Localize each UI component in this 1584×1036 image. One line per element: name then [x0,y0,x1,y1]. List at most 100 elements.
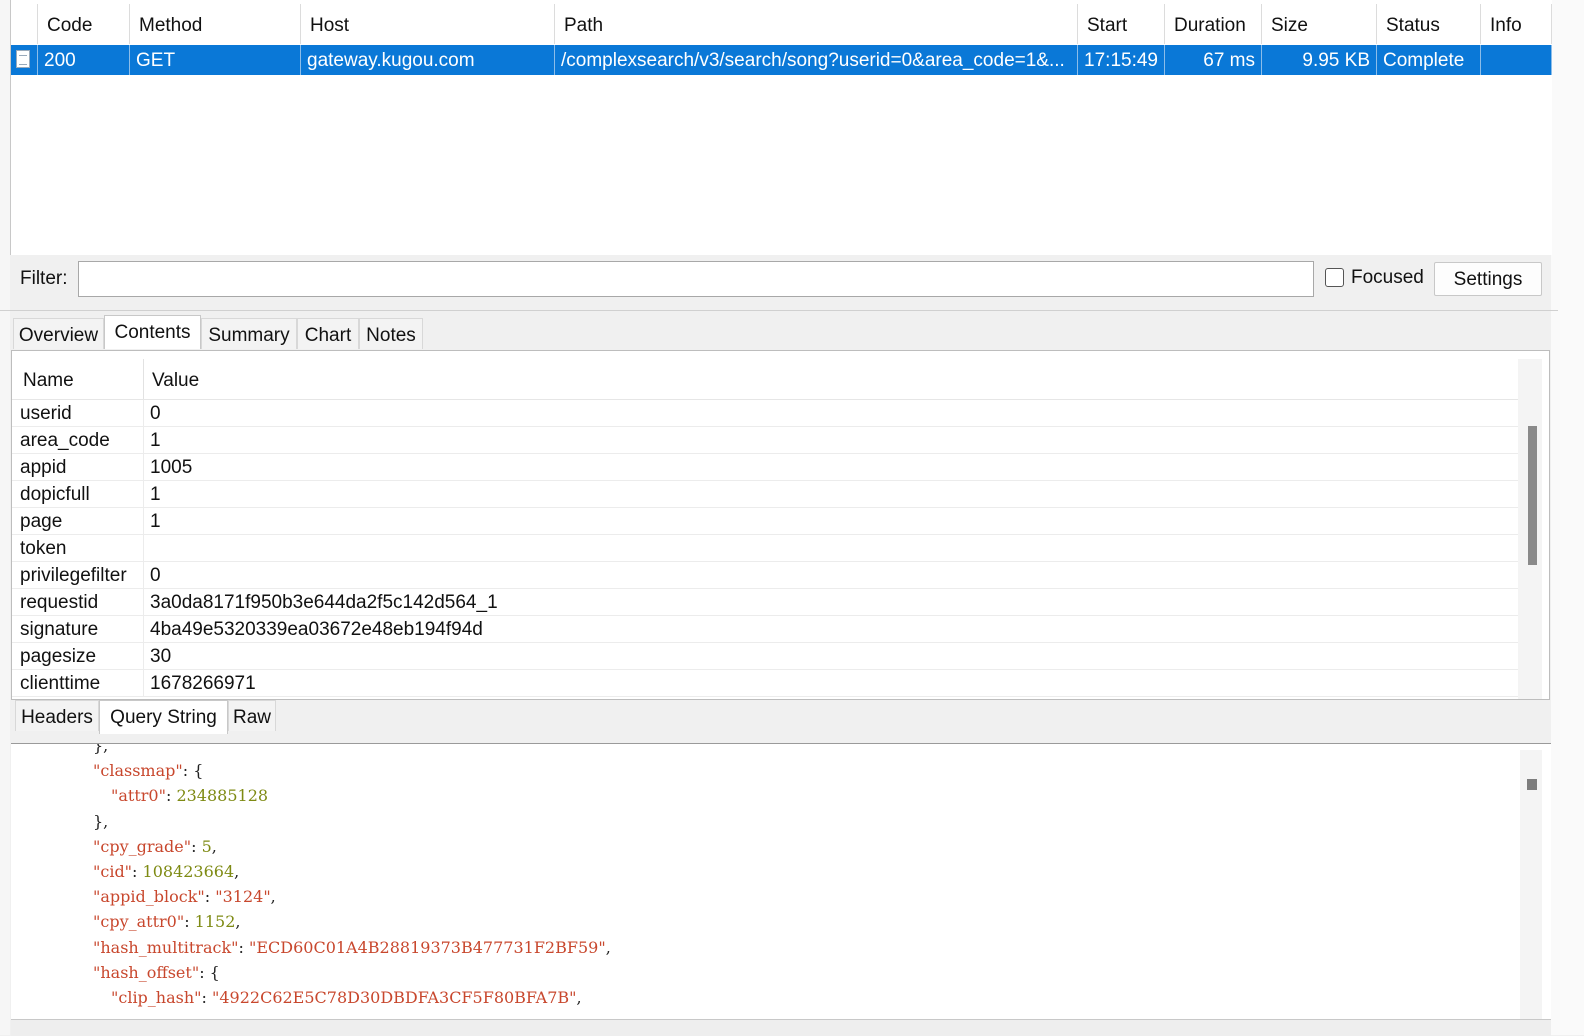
param-value: 4ba49e5320339ea03672e48eb194f94d [150,619,483,640]
query-string-grid: Name Value userid 0 area_code 1 appid 1005 dop… [11,350,1550,700]
json-sep: : [238,937,249,957]
scrollbar-thumb[interactable] [1527,779,1537,790]
table-row[interactable]: token [12,535,1518,562]
json-line: "attr0": 234885128 [111,786,268,806]
param-name: page [20,511,63,532]
json-sep: : { [199,962,220,982]
json-value: 108423664 [142,862,235,881]
json-prefix: }, [93,811,109,831]
tab-overview[interactable]: Overview [13,318,104,349]
json-sep: : [132,862,143,881]
column-header-size[interactable]: Size [1262,4,1377,44]
param-value: 0 [150,403,161,424]
code-cell: 200 [38,45,130,75]
json-sep: : { [182,761,204,781]
json-sep: : [204,887,216,907]
json-key: "classmap" [93,761,183,781]
param-name: privilegefilter [20,565,127,586]
param-value: 1 [150,430,161,451]
tab-raw[interactable]: Raw [228,700,276,731]
json-sep: : [201,988,212,1007]
param-value: 3a0da8171f950b3e644da2f5c142d564_1 [150,592,498,613]
json-value: "4922C62E5C78D30DBDFA3CF5F80BFA7B" [212,988,577,1007]
param-value: 1005 [150,457,193,478]
column-header-path[interactable]: Path [555,4,1078,44]
json-scrollbar[interactable] [1520,750,1542,1020]
param-value: 30 [150,646,172,667]
json-sep: : [184,912,195,932]
column-header-duration[interactable]: Duration [1165,4,1262,44]
column-header-name[interactable]: Name [23,359,74,399]
json-line: "cpy_grade": 5, [93,837,217,857]
tab-notes[interactable]: Notes [359,318,423,349]
json-key: "cpy_grade" [93,836,192,856]
json-suffix: , [576,988,582,1007]
table-row[interactable]: appid 1005 [12,454,1518,481]
param-name: pagesize [20,646,97,667]
document-icon [16,50,30,68]
table-row[interactable]: area_code 1 [12,427,1518,454]
json-suffix: , [605,937,611,957]
size-cell: 9.95 KB [1262,45,1377,75]
request-list: Code Method Host Path Start Duration Siz… [10,0,1552,255]
json-line: "clip_hash": "4922C62E5C78D30DBDFA3CF5F8… [111,988,582,1008]
json-key: "cid" [93,862,133,881]
table-row[interactable]: privilegefilter 0 [12,562,1518,589]
scrollbar-thumb[interactable] [1528,426,1537,565]
table-row[interactable]: clienttime 1678266971 [12,670,1518,697]
param-name: token [20,538,67,559]
column-header-host[interactable]: Host [301,4,555,44]
json-line: "hash_multitrack": "ECD60C01A4B28819373B… [93,938,611,958]
json-line: "cpy_attr0": 1152, [93,912,240,932]
json-key: "appid_block" [93,887,205,907]
column-header-status[interactable]: Status [1377,4,1481,44]
json-key: "hash_offset" [93,962,200,982]
tab-contents[interactable]: Contents [104,315,201,349]
tab-summary[interactable]: Summary [201,318,297,349]
table-row[interactable]: requestid 3a0da8171f950b3e644da2f5c142d56… [12,589,1518,616]
column-header-value[interactable]: Value [152,359,199,399]
param-name: dopicfull [20,484,90,505]
json-value: 234885128 [176,786,269,806]
json-line: "classmap": { [93,761,203,781]
table-row[interactable]: page 1 [12,508,1518,535]
table-row[interactable]: signature 4ba49e5320339ea03672e48eb194f94… [12,616,1518,643]
tab-chart[interactable]: Chart [297,318,359,349]
column-header-method[interactable]: Method [130,4,301,44]
table-row[interactable]: dopicfull 1 [12,481,1518,508]
icon-column-header[interactable] [11,4,38,44]
request-row-selected[interactable]: 200 GET gateway.kugou.com /complexsearch… [11,45,1552,75]
settings-button[interactable]: Settings [1434,262,1542,296]
param-name: appid [20,457,67,478]
param-name: area_code [20,430,110,451]
tab-query-string[interactable]: Query String [99,700,228,734]
query-grid-scrollbar[interactable] [1518,359,1542,699]
focused-label[interactable]: Focused [1351,265,1424,291]
column-header-start[interactable]: Start [1078,4,1165,44]
json-suffix: , [235,912,241,932]
json-key: "clip_hash" [111,988,202,1007]
request-list-header: Code Method Host Path Start Duration Siz… [11,4,1552,44]
param-name: signature [20,619,99,640]
response-json-view[interactable]: }, "classmap": {"attr0": 234885128}, "cpy_… [11,743,1551,1020]
query-grid-header: Name Value [12,359,1518,400]
tab-headers[interactable]: Headers [15,700,99,731]
json-suffix: , [211,836,217,856]
param-name: requestid [20,592,99,613]
param-name: clienttime [20,673,101,694]
splitter[interactable] [0,310,1558,311]
param-value: 0 [150,565,161,586]
request-type-cell [11,45,38,75]
json-value: "3124" [215,887,271,907]
table-row[interactable]: pagesize 30 [12,643,1518,670]
json-prefix: }, [93,743,109,755]
table-row[interactable]: userid 0 [12,400,1518,427]
method-cell: GET [130,45,301,75]
column-header-code[interactable]: Code [38,4,130,44]
path-cell: /complexsearch/v3/search/song?userid=0&a… [555,45,1078,75]
filter-input[interactable] [78,261,1314,297]
json-suffix: , [234,862,240,881]
json-suffix: , [270,887,276,907]
focused-checkbox[interactable] [1325,268,1344,287]
column-header-info[interactable]: Info [1481,4,1552,44]
